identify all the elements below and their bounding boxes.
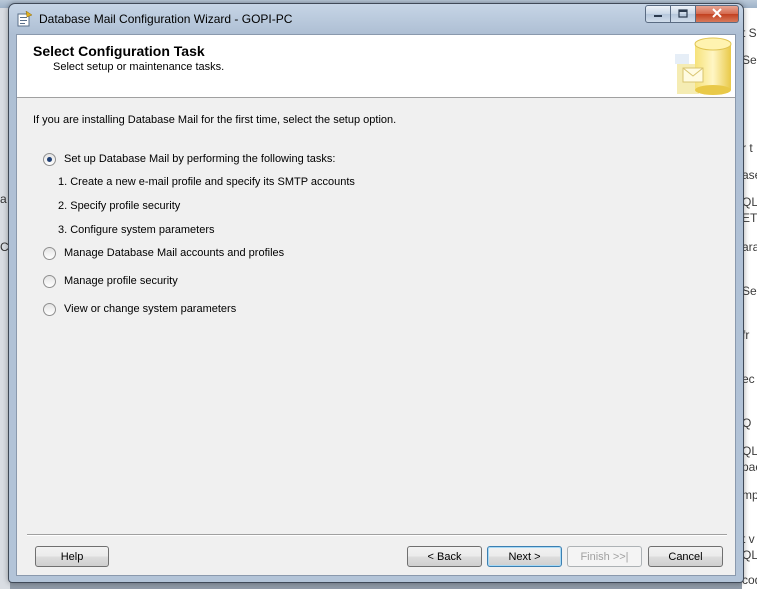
background-text-fragment: QL xyxy=(742,444,757,458)
radio-button[interactable] xyxy=(43,246,56,260)
caption-buttons xyxy=(645,5,739,24)
database-graphic-icon xyxy=(673,36,735,96)
background-text-fragment: ara xyxy=(742,240,757,254)
wizard-header: Select Configuration Task Select setup o… xyxy=(17,35,735,98)
option-system-parameters[interactable]: View or change system parameters xyxy=(43,301,236,317)
maximize-icon xyxy=(678,7,688,21)
background-text-fragment: a xyxy=(0,192,7,206)
radio-button[interactable] xyxy=(43,274,56,288)
option-label: Manage Database Mail accounts and profil… xyxy=(64,247,285,259)
option-label: View or change system parameters xyxy=(64,303,237,315)
background-window-right: t S Se r t ase QL ETE ara Se fr ec Q QL … xyxy=(742,8,757,589)
minimize-icon xyxy=(653,7,663,21)
help-button[interactable]: Help xyxy=(35,546,109,567)
option-label: Set up Database Mail by performing the f… xyxy=(64,153,336,165)
radio-button[interactable] xyxy=(43,302,56,316)
setup-step: 1. Create a new e-mail profile and speci… xyxy=(58,176,355,188)
cancel-button[interactable]: Cancel xyxy=(648,546,723,567)
background-text-fragment: mp xyxy=(742,488,757,502)
back-button[interactable]: < Back xyxy=(407,546,482,567)
background-text-fragment: Se xyxy=(742,284,757,298)
background-text-fragment: ETE xyxy=(742,211,757,225)
page-title: Select Configuration Task xyxy=(33,43,205,59)
wizard-app-icon xyxy=(17,10,33,27)
footer-divider xyxy=(27,534,727,536)
background-text-fragment: QL xyxy=(742,195,757,209)
radio-button-selected[interactable] xyxy=(43,152,56,166)
option-manage-accounts-profiles[interactable]: Manage Database Mail accounts and profil… xyxy=(43,245,284,261)
option-setup-database-mail[interactable]: Set up Database Mail by performing the f… xyxy=(43,151,335,167)
next-button[interactable]: Next > xyxy=(487,546,562,567)
background-text-fragment: t S xyxy=(742,26,757,40)
minimize-button[interactable] xyxy=(645,5,671,23)
option-manage-profile-security[interactable]: Manage profile security xyxy=(43,273,178,289)
option-label: Manage profile security xyxy=(64,275,178,287)
intro-text: If you are installing Database Mail for … xyxy=(33,114,397,126)
title-bar[interactable]: Database Mail Configuration Wizard - GOP… xyxy=(9,4,743,34)
wizard-client-area: Select Configuration Task Select setup o… xyxy=(16,34,736,576)
background-text-fragment: Se xyxy=(742,53,757,67)
close-icon xyxy=(712,7,722,21)
close-button[interactable] xyxy=(696,5,739,23)
page-subtitle: Select setup or maintenance tasks. xyxy=(53,61,225,73)
background-text-fragment: ase xyxy=(742,168,757,182)
background-text-fragment: pac xyxy=(742,460,757,474)
wizard-window: Database Mail Configuration Wizard - GOP… xyxy=(8,3,744,583)
setup-step: 3. Configure system parameters xyxy=(58,224,215,236)
background-text-fragment: code xyxy=(742,573,757,587)
background-text-fragment: QL xyxy=(742,548,757,562)
maximize-button[interactable] xyxy=(671,5,696,23)
window-title: Database Mail Configuration Wizard - GOP… xyxy=(39,12,293,26)
finish-button[interactable]: Finish >>| xyxy=(567,546,642,567)
setup-step: 2. Specify profile security xyxy=(58,200,181,212)
